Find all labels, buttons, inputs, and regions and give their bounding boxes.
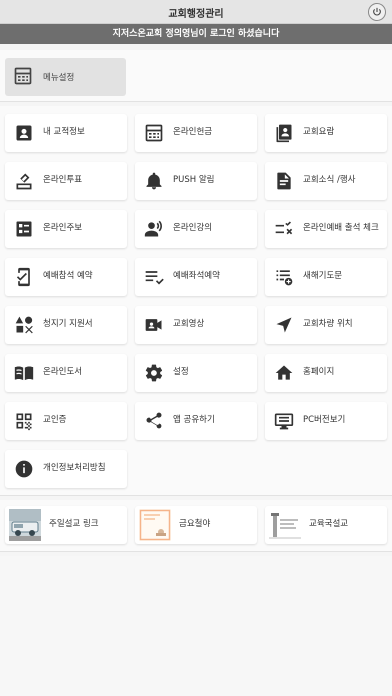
home-icon [273,362,295,384]
tile-label: 온라인강의 [173,223,213,234]
link-sunday-sermon[interactable]: 주일설교 링크 [5,506,127,544]
menu-settings-label: 메뉴설정 [43,73,75,83]
tile-label: 교회차량 위치 [303,319,353,330]
tile-label: 예배좌석예약 [173,271,220,282]
app-title: 교회행정관리 [168,9,224,20]
tile-vehicle-location[interactable]: 교회차량 위치 [265,306,387,344]
phone-check-icon [13,266,35,288]
info-icon [13,458,35,480]
tile-privacy-policy[interactable]: 개인정보처리방침 [5,450,127,488]
menu-settings-section: 메뉴설정 [0,50,392,102]
education-thumbnail [269,509,301,541]
list-add-icon [273,266,295,288]
tile-label: PC버전보기 [303,415,346,426]
tile-label: 개인정보처리방침 [43,463,106,474]
video-camera-icon [143,314,165,336]
shapes-icon [13,314,35,336]
tile-label: 내 교적정보 [43,127,85,138]
tile-online-vote[interactable]: 온라인투표 [5,162,127,200]
id-badge-icon [13,122,35,144]
link-label: 교육국설교 [309,519,349,530]
share-icon [143,410,165,432]
power-icon [373,7,381,16]
tile-online-offering[interactable]: 온라인헌금 [135,114,257,152]
sermon-thumbnail [9,509,41,541]
tile-seat-reservation[interactable]: 예배좌석예약 [135,258,257,296]
friday-thumbnail [139,509,171,541]
tile-label: 교인증 [43,415,67,426]
document-icon [273,170,295,192]
welcome-banner: 지저스온교회 정의영님이 로그인 하셨습니다 [0,24,392,44]
tile-new-year-prayer[interactable]: 새해기도문 [265,258,387,296]
tile-label: 온라인도서 [43,367,83,378]
tile-worship-reservation[interactable]: 예배참석 예약 [5,258,127,296]
calculator-icon [13,66,35,88]
bell-icon [143,170,165,192]
main-menu-grid: 내 교적정보 온라인헌금 교회요람 온라인투표 PUSH 알림 교회소식 /행사… [0,106,392,496]
tile-online-bulletin[interactable]: 온라인주보 [5,210,127,248]
empty-footer-area [0,556,392,696]
calculator-icon [143,122,165,144]
contacts-book-icon [273,122,295,144]
tile-label: 교회소식 /행사 [303,175,356,186]
tile-label: PUSH 알림 [173,175,215,186]
tile-share-app[interactable]: 앱 공유하기 [135,402,257,440]
speaker-person-icon [143,218,165,240]
tile-settings[interactable]: 설정 [135,354,257,392]
tile-label: 앱 공유하기 [173,415,215,426]
link-label: 주일설교 링크 [49,519,99,530]
tile-label: 홈페이지 [303,367,335,378]
tile-online-library[interactable]: 온라인도서 [5,354,127,392]
menu-settings-button[interactable]: 메뉴설정 [5,58,126,96]
qr-code-icon [13,410,35,432]
tile-label: 교회영상 [173,319,205,330]
link-label: 금요철야 [179,519,211,530]
link-friday-vigil[interactable]: 금요철야 [135,506,257,544]
tile-church-video[interactable]: 교회영상 [135,306,257,344]
tile-label: 온라인예배 출석 체크 [303,223,379,234]
tile-label: 설정 [173,367,189,378]
tile-label: 온라인주보 [43,223,83,234]
tile-church-news[interactable]: 교회소식 /행사 [265,162,387,200]
monitor-icon [273,410,295,432]
list-card-icon [13,218,35,240]
tile-label: 교회요람 [303,127,335,138]
tile-online-lecture[interactable]: 온라인강의 [135,210,257,248]
sermon-links-section: 주일설교 링크 금요철야 교육국설교 [0,500,392,552]
gear-icon [143,362,165,384]
tile-label: 새해기도문 [303,271,343,282]
tile-push-notification[interactable]: PUSH 알림 [135,162,257,200]
tile-member-card[interactable]: 교인증 [5,402,127,440]
open-book-icon [13,362,35,384]
navigation-arrow-icon [273,314,295,336]
tile-pc-version[interactable]: PC버전보기 [265,402,387,440]
list-check-icon [143,266,165,288]
tile-label: 온라인투표 [43,175,83,186]
checklist-x-icon [273,218,295,240]
tile-label: 청지기 지원서 [43,319,93,330]
tile-label: 예배참석 예약 [43,271,93,282]
logout-button[interactable] [368,3,386,21]
ballot-icon [13,170,35,192]
app-header: 교회행정관리 [0,0,392,24]
tile-church-directory[interactable]: 교회요람 [265,114,387,152]
link-education-sermon[interactable]: 교육국설교 [265,506,387,544]
tile-my-church-info[interactable]: 내 교적정보 [5,114,127,152]
tile-label: 온라인헌금 [173,127,213,138]
tile-online-worship-attendance[interactable]: 온라인예배 출석 체크 [265,210,387,248]
tile-homepage[interactable]: 홈페이지 [265,354,387,392]
tile-steward-application[interactable]: 청지기 지원서 [5,306,127,344]
